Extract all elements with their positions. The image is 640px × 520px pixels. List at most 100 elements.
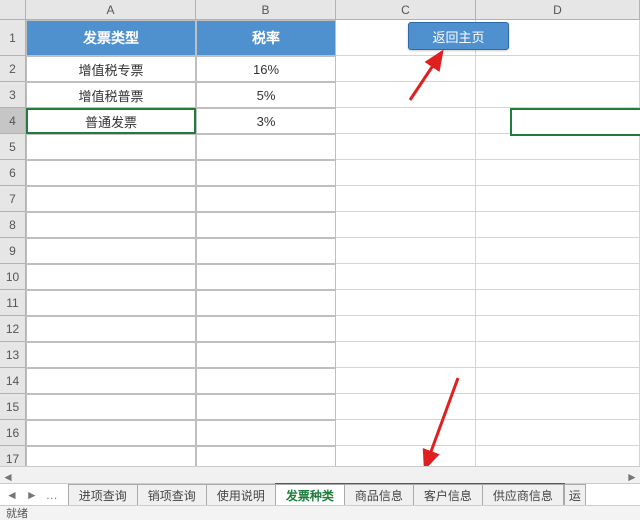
cell-C9[interactable] <box>336 238 476 264</box>
row-header-14[interactable]: 14 <box>0 368 26 394</box>
cell-B7[interactable] <box>196 186 336 212</box>
sheet-tab-customer[interactable]: 客户信息 <box>413 484 483 506</box>
cell-D3[interactable] <box>476 82 640 108</box>
cell-D17[interactable] <box>476 446 640 467</box>
cell-C13[interactable] <box>336 342 476 368</box>
cell-A8[interactable] <box>26 212 196 238</box>
cell-A1[interactable]: 发票类型 <box>26 20 196 56</box>
cell-B15[interactable] <box>196 394 336 420</box>
row-header-5[interactable]: 5 <box>0 134 26 160</box>
row-header-8[interactable]: 8 <box>0 212 26 238</box>
cell-C7[interactable] <box>336 186 476 212</box>
cell-B11[interactable] <box>196 290 336 316</box>
cell-C15[interactable] <box>336 394 476 420</box>
sheet-tab-overflow[interactable]: 运 <box>564 484 586 506</box>
select-all-corner[interactable] <box>0 0 26 20</box>
tab-next-icon[interactable]: ► <box>24 488 40 502</box>
cell-A10[interactable] <box>26 264 196 290</box>
return-home-button[interactable]: 返回主页 <box>408 22 509 50</box>
row-header-2[interactable]: 2 <box>0 56 26 82</box>
cell-A6[interactable] <box>26 160 196 186</box>
cell-B5[interactable] <box>196 134 336 160</box>
cell-A17[interactable] <box>26 446 196 467</box>
row-header-12[interactable]: 12 <box>0 316 26 342</box>
sheet-tab-invoice-type[interactable]: 发票种类 <box>275 484 345 506</box>
row-header-11[interactable]: 11 <box>0 290 26 316</box>
cell-D6[interactable] <box>476 160 640 186</box>
row-header-3[interactable]: 3 <box>0 82 26 108</box>
cell-A9[interactable] <box>26 238 196 264</box>
cell-A4[interactable]: 普通发票 <box>26 108 196 134</box>
cell-C6[interactable] <box>336 160 476 186</box>
cell-B12[interactable] <box>196 316 336 342</box>
cell-B9[interactable] <box>196 238 336 264</box>
cell-D14[interactable] <box>476 368 640 394</box>
cell-B17[interactable] <box>196 446 336 467</box>
cell-A7[interactable] <box>26 186 196 212</box>
row-header-7[interactable]: 7 <box>0 186 26 212</box>
cell-A12[interactable] <box>26 316 196 342</box>
cell-A16[interactable] <box>26 420 196 446</box>
cell-B1[interactable]: 税率 <box>196 20 336 56</box>
row-header-9[interactable]: 9 <box>0 238 26 264</box>
cell-D13[interactable] <box>476 342 640 368</box>
cell-C4[interactable] <box>336 108 476 134</box>
row-header-1[interactable]: 1 <box>0 20 26 56</box>
cell-B4[interactable]: 3% <box>196 108 336 134</box>
cell-C3[interactable] <box>336 82 476 108</box>
sheet-tab-product[interactable]: 商品信息 <box>344 484 414 506</box>
cell-D9[interactable] <box>476 238 640 264</box>
sheet-tab-inbound[interactable]: 进项查询 <box>68 484 138 506</box>
row-header-10[interactable]: 10 <box>0 264 26 290</box>
row-header-13[interactable]: 13 <box>0 342 26 368</box>
cell-C11[interactable] <box>336 290 476 316</box>
cell-A13[interactable] <box>26 342 196 368</box>
cell-A14[interactable] <box>26 368 196 394</box>
sheet-tab-instructions[interactable]: 使用说明 <box>206 484 276 506</box>
cell-D10[interactable] <box>476 264 640 290</box>
cell-B14[interactable] <box>196 368 336 394</box>
cell-C14[interactable] <box>336 368 476 394</box>
col-header-C[interactable]: C <box>336 0 476 20</box>
row-header-17[interactable]: 17 <box>0 446 26 467</box>
sheet-tab-outbound[interactable]: 销项查询 <box>137 484 207 506</box>
cell-B3[interactable]: 5% <box>196 82 336 108</box>
cell-C12[interactable] <box>336 316 476 342</box>
cell-D11[interactable] <box>476 290 640 316</box>
cell-C5[interactable] <box>336 134 476 160</box>
cell-A2[interactable]: 增值税专票 <box>26 56 196 82</box>
sheet-tab-supplier[interactable]: 供应商信息 <box>482 484 564 506</box>
cell-B8[interactable] <box>196 212 336 238</box>
cell-C16[interactable] <box>336 420 476 446</box>
cell-B16[interactable] <box>196 420 336 446</box>
cell-A3[interactable]: 增值税普票 <box>26 82 196 108</box>
row-header-16[interactable]: 16 <box>0 420 26 446</box>
cell-D5[interactable] <box>476 134 640 160</box>
row-header-4[interactable]: 4 <box>0 108 26 134</box>
col-header-B[interactable]: B <box>196 0 336 20</box>
cell-C10[interactable] <box>336 264 476 290</box>
cell-D8[interactable] <box>476 212 640 238</box>
cell-A15[interactable] <box>26 394 196 420</box>
cell-B10[interactable] <box>196 264 336 290</box>
cell-D16[interactable] <box>476 420 640 446</box>
cell-C17[interactable] <box>336 446 476 467</box>
tab-more-icon[interactable]: … <box>44 488 60 502</box>
cell-C2[interactable] <box>336 56 476 82</box>
row-header-15[interactable]: 15 <box>0 394 26 420</box>
cell-C8[interactable] <box>336 212 476 238</box>
cell-D2[interactable] <box>476 56 640 82</box>
cell-B6[interactable] <box>196 160 336 186</box>
tab-prev-icon[interactable]: ◄ <box>4 488 20 502</box>
spreadsheet-grid[interactable]: A B C D 1发票类型税率2增值税专票16%3增值税普票5%4普通发票3%5… <box>0 0 640 467</box>
cell-B2[interactable]: 16% <box>196 56 336 82</box>
cell-A11[interactable] <box>26 290 196 316</box>
row-header-6[interactable]: 6 <box>0 160 26 186</box>
selection-box[interactable] <box>510 108 640 136</box>
cell-B13[interactable] <box>196 342 336 368</box>
cell-D12[interactable] <box>476 316 640 342</box>
cell-A5[interactable] <box>26 134 196 160</box>
cell-D7[interactable] <box>476 186 640 212</box>
cell-D15[interactable] <box>476 394 640 420</box>
col-header-A[interactable]: A <box>26 0 196 20</box>
